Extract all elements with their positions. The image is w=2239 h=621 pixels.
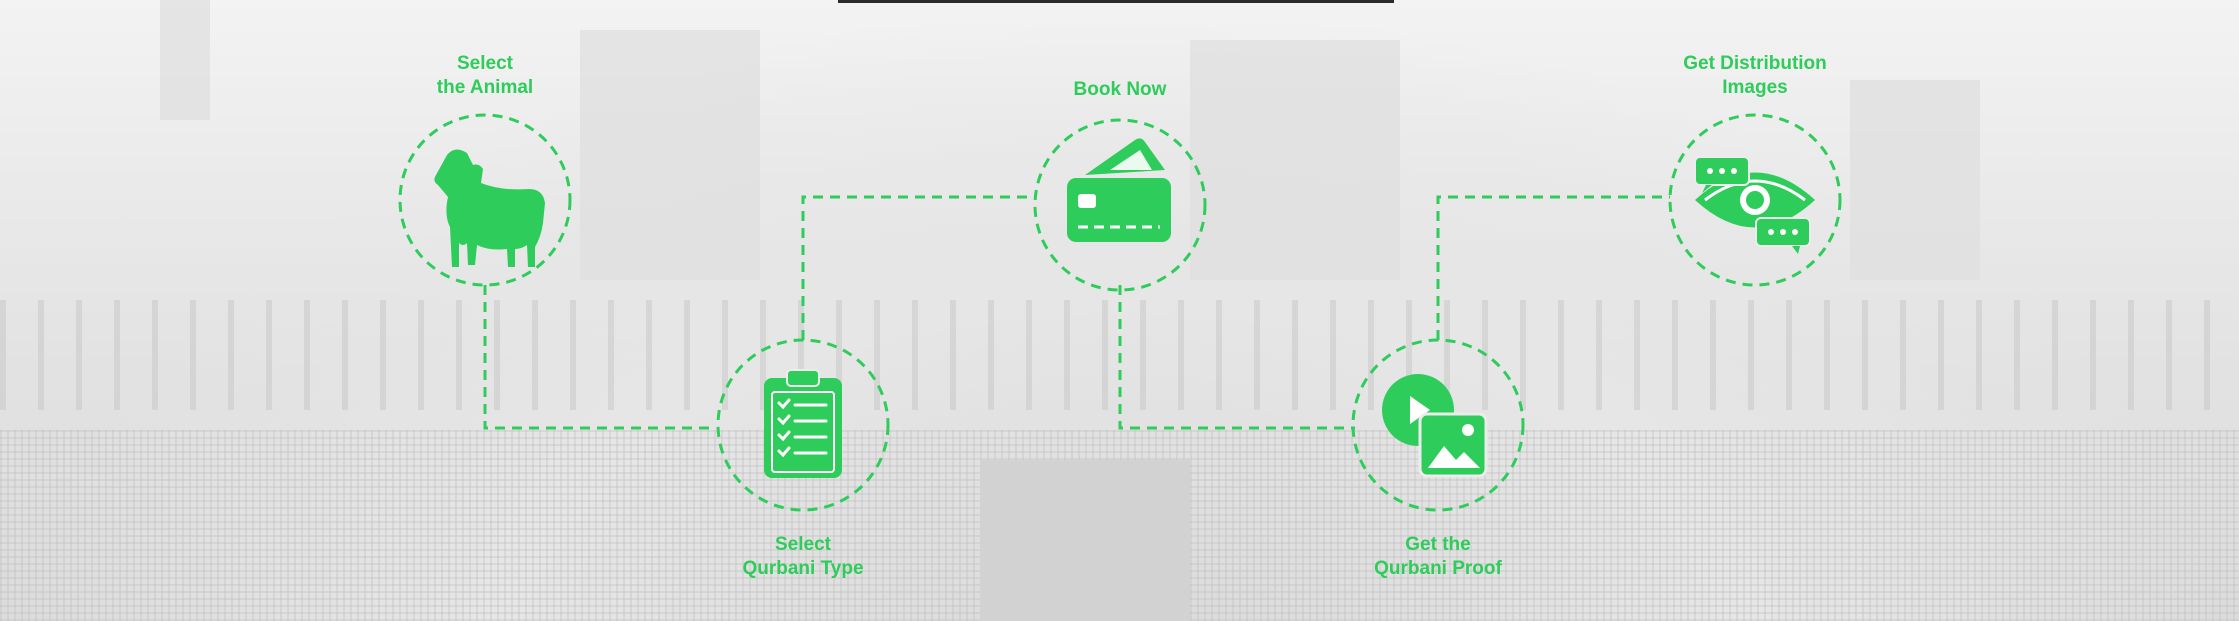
video-image-icon (1382, 374, 1488, 478)
step-label-book-now: Book Now (1073, 79, 1167, 100)
connector-4-5 (1436, 195, 1670, 340)
credit-card-icon (1067, 138, 1171, 242)
step-label-distribution-images: Get Distribution Images (1683, 53, 1827, 98)
goat-icon (434, 149, 545, 267)
step-label-qurbani-proof: Get the Qurbani Proof (1374, 534, 1502, 579)
connector-1-2 (483, 285, 715, 430)
step-label-select-qurbani-type: Select Qurbani Type (742, 534, 864, 579)
clipboard-checklist-icon (764, 369, 842, 478)
connector-3-4 (1118, 285, 1355, 430)
connector-2-3 (801, 195, 1033, 340)
eye-chat-icon (1694, 156, 1815, 254)
step-label-select-animal: Select the Animal (436, 53, 534, 98)
